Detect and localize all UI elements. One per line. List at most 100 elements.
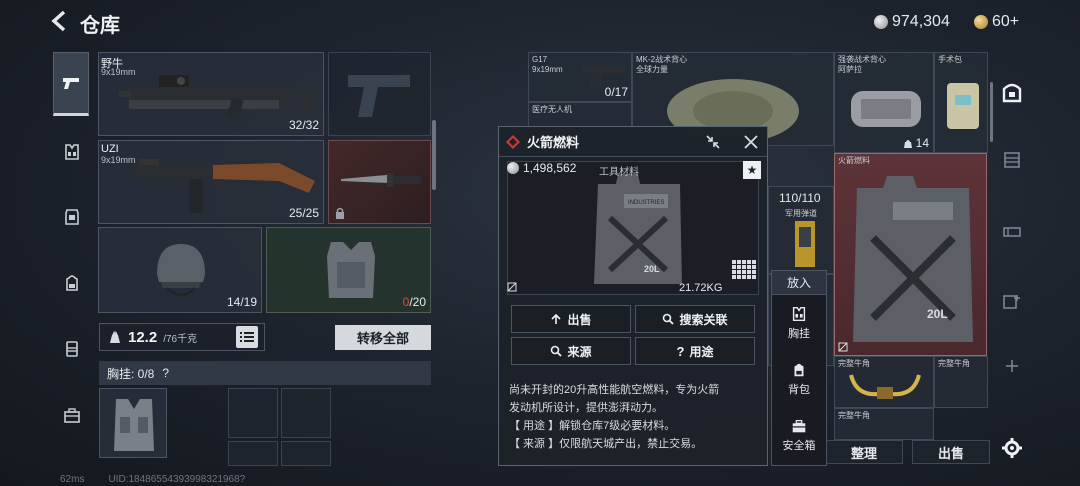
surgery-kit-icon: [947, 83, 979, 129]
knife-icon: [341, 173, 421, 187]
add-tab-button[interactable]: [1000, 354, 1024, 378]
stash-tab-add[interactable]: [1000, 290, 1024, 314]
stash-item-horn[interactable]: 完整牛角: [934, 356, 988, 408]
category-pistol[interactable]: [53, 52, 89, 116]
list-view-button[interactable]: [236, 326, 258, 348]
chest-rig-header: 胸挂: 0/8 ?: [99, 361, 431, 385]
category-case[interactable]: [55, 398, 89, 432]
put-in-title: 放入: [772, 271, 826, 295]
briefcase-icon: [64, 408, 80, 423]
list-icon: [240, 332, 254, 342]
back-arrow-icon[interactable]: [50, 10, 70, 32]
usage-button[interactable]: ? 用途: [635, 337, 755, 365]
gold-currency[interactable]: 60+: [974, 11, 1019, 33]
category-container[interactable]: [55, 332, 89, 366]
stash-item-surgery-kit[interactable]: 手术包: [934, 52, 988, 153]
search-related-button[interactable]: 搜索关联: [635, 305, 755, 333]
can-brand-label: INDUSTRIES: [628, 200, 664, 206]
weapon-durability: 25/25: [288, 206, 319, 220]
put-in-backpack[interactable]: 背包: [772, 355, 826, 403]
stash-item-ammo[interactable]: 110/110 军用弹道: [768, 186, 834, 274]
rig-pocket-slot[interactable]: [228, 388, 278, 438]
put-in-chest-rig[interactable]: 胸挂: [772, 299, 826, 347]
chest-rig-slot[interactable]: [99, 388, 167, 458]
body-armor-icon: [327, 242, 375, 298]
collapse-icon[interactable]: [705, 134, 721, 150]
search-icon: [663, 313, 675, 325]
stash-tab-main[interactable]: [1000, 80, 1024, 104]
favorite-button[interactable]: ★: [743, 161, 761, 179]
settings-button[interactable]: [1000, 436, 1024, 460]
sell-button[interactable]: 出售: [912, 440, 990, 464]
source-button[interactable]: 来源: [511, 337, 631, 365]
weapon-rack-icon: [1003, 227, 1021, 237]
rig-pocket-slot[interactable]: [281, 388, 331, 438]
silver-currency: 974,304: [874, 11, 950, 33]
transfer-all-button[interactable]: 转移全部: [335, 325, 431, 350]
horn-icon: [849, 374, 921, 399]
shelf-icon: [1004, 152, 1020, 168]
rig-capacity: 胸挂: 0/8: [107, 366, 155, 381]
uid-readout: UID:18486554393998321968?: [108, 474, 246, 485]
help-icon[interactable]: ?: [162, 366, 169, 380]
helmet-slot[interactable]: 14/19: [98, 227, 262, 313]
item-description: 尚未开封的20升高性能航空燃料，专为火箭 发动机所设计，提供澎湃动力。 【 用途…: [509, 384, 720, 450]
duffel-bag-icon: [851, 91, 921, 127]
gear-icon: [1002, 438, 1022, 458]
page-title: 仓库: [80, 15, 120, 37]
ping-readout: 62ms: [60, 474, 85, 485]
pistol-icon: [63, 78, 79, 89]
popup-title: 火箭燃料: [527, 135, 580, 150]
pistol-silhouette-icon: [348, 75, 410, 117]
inventory-scrollbar[interactable]: [432, 120, 436, 190]
stash-item-horn[interactable]: 完整牛角: [834, 356, 934, 408]
melee-slot[interactable]: [328, 140, 431, 224]
stash-tab-2[interactable]: [1000, 148, 1024, 172]
stash-item-horn[interactable]: 完整牛角: [834, 408, 934, 440]
armor-icon: [65, 209, 79, 225]
ammo-box-icon: [795, 221, 815, 267]
weight-max: /76千克: [163, 333, 198, 345]
silver-coin-icon: [507, 162, 519, 174]
can-volume-label: 20L: [644, 264, 660, 274]
search-icon: [551, 345, 563, 357]
chest-rig-icon: [65, 144, 79, 160]
item-type: 工具材料: [599, 167, 639, 178]
gold-coin-icon: [974, 15, 988, 29]
add-container-icon: [1003, 295, 1020, 309]
stash-item-rocket-fuel[interactable]: 火箭燃料 20L: [834, 153, 987, 356]
category-chest-rig[interactable]: [55, 135, 89, 169]
sort-button[interactable]: 整理: [825, 440, 903, 464]
put-in-safe-box[interactable]: 安全箱: [772, 411, 826, 459]
weapon-slot-1[interactable]: 野牛 9x19mm 32/32: [98, 52, 324, 136]
stash-item-g17[interactable]: G17 9x19mm 0/17: [528, 52, 632, 102]
armor-durability: 0/20: [402, 295, 426, 309]
sell-item-button[interactable]: 出售: [511, 305, 631, 333]
stash-scrollbar[interactable]: [990, 82, 993, 142]
item-preview: INDUSTRIES 20L: [507, 161, 759, 295]
stash-item-assault-vest[interactable]: 强袭战术背心 阿萨拉 14: [834, 52, 934, 153]
stash-tab-3[interactable]: [1000, 220, 1024, 244]
rig-pocket-slot[interactable]: [281, 441, 331, 466]
item-weight: 21.72KG: [679, 282, 723, 294]
armor-slot[interactable]: 0/20: [266, 227, 431, 313]
weight-current: 12.2: [128, 328, 158, 346]
sell-icon: [551, 313, 562, 324]
jerrycan-image: INDUSTRIES 20L: [594, 174, 682, 284]
rig-pocket-slot[interactable]: [228, 441, 278, 466]
weapon-slot-2[interactable]: UZI 9x19mm 25/25: [98, 140, 324, 224]
close-icon[interactable]: [743, 134, 759, 150]
no-trade-icon: [838, 342, 848, 352]
sidearm-slot[interactable]: [328, 52, 431, 136]
status-bar: 62ms UID:18486554393998321968?: [60, 474, 245, 485]
chest-rig-icon: [792, 306, 806, 322]
helmet-durability: 14/19: [226, 295, 257, 309]
briefcase-icon: [792, 419, 806, 433]
grid-size-icon: [732, 260, 756, 279]
lock-icon: [336, 207, 344, 219]
backpack-icon: [794, 363, 804, 377]
question-icon: ?: [676, 343, 685, 359]
category-armor[interactable]: [55, 200, 89, 234]
weight-icon: [110, 331, 120, 343]
category-backpack[interactable]: [55, 266, 89, 300]
